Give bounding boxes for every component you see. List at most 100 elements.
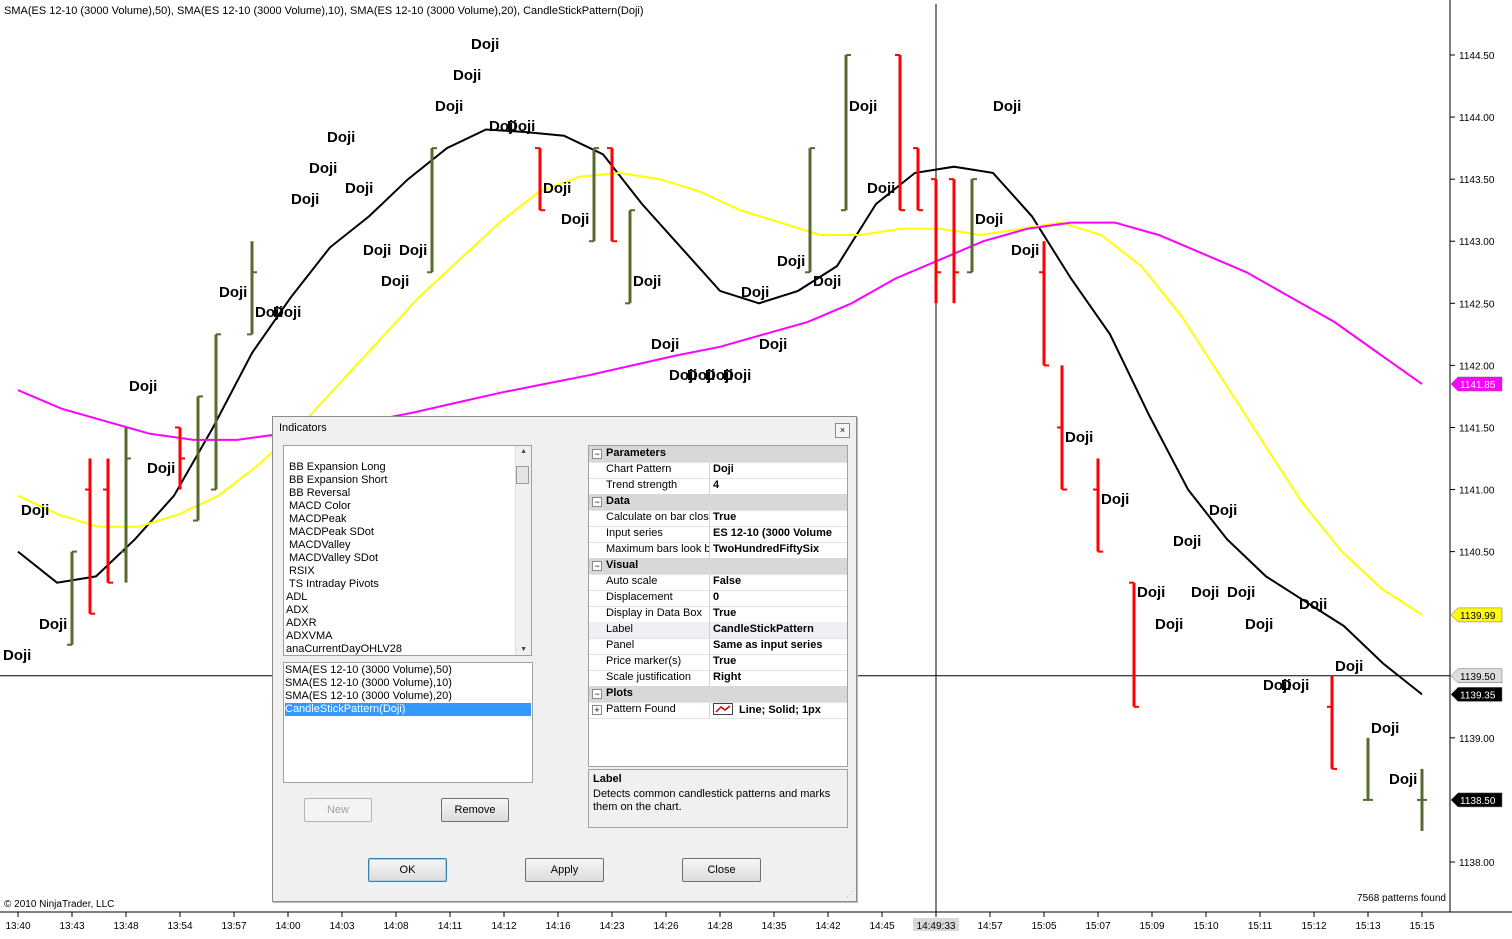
property-row[interactable]: Maximum bars look back TwoHundredFiftySix — [589, 542, 847, 559]
collapse-icon[interactable]: − — [592, 561, 602, 571]
property-category[interactable]: − Parameters — [589, 446, 847, 463]
property-row[interactable]: Chart Pattern Doji — [589, 462, 847, 479]
property-value[interactable]: Doji — [713, 463, 847, 475]
indicator-list-item[interactable]: ADXVMA — [286, 630, 332, 643]
doji-label: Doji — [399, 242, 427, 259]
doji-label: Doji — [867, 180, 895, 197]
property-row[interactable]: Panel Same as input series — [589, 638, 847, 655]
price-marker-value: 1141.85 — [1460, 380, 1496, 391]
x-tick-label: 14:11 — [438, 921, 463, 932]
property-value[interactable]: Same as input series — [713, 639, 847, 651]
collapse-icon[interactable]: − — [592, 689, 602, 699]
doji-label: Doji — [273, 304, 301, 321]
ohlc-bar — [1327, 675, 1337, 770]
scroll-thumb[interactable] — [516, 466, 529, 484]
remove-button[interactable]: Remove — [441, 798, 509, 822]
expand-icon[interactable]: + — [592, 705, 602, 715]
doji-label: Doji — [309, 160, 337, 177]
property-row[interactable]: Auto scale False — [589, 574, 847, 591]
indicator-list-item[interactable]: anaCurrentDayOHLV28 — [286, 643, 402, 655]
property-category[interactable]: − Data — [589, 494, 847, 511]
x-tick-label: 14:03 — [329, 921, 354, 932]
ohlc-bar — [1417, 768, 1427, 831]
property-row[interactable]: Input series ES 12-10 (3000 Volume — [589, 526, 847, 543]
doji-label: Doji — [219, 284, 247, 301]
indicator-list-item[interactable]: MACDPeak SDot — [289, 526, 374, 539]
indicators-dialog: Indicators × BB Expansion Long BB Expansi… — [272, 416, 857, 902]
doji-label: Doji — [1011, 242, 1039, 259]
scroll-up-icon[interactable]: ▲ — [520, 448, 527, 455]
property-value[interactable]: True — [713, 655, 847, 667]
indicator-list-item[interactable]: BB Reversal — [289, 487, 350, 500]
property-name: Label — [606, 623, 633, 635]
ohlc-bar — [427, 147, 437, 274]
resize-grip-icon[interactable]: ⋰ — [846, 890, 854, 899]
indicator-list-item[interactable]: MACDValley — [289, 539, 351, 552]
property-row[interactable]: Displacement 0 — [589, 590, 847, 607]
indicator-list-item[interactable]: MACDPeak — [289, 513, 346, 526]
doji-label: Doji — [1371, 720, 1399, 737]
close-button[interactable]: Close — [682, 858, 761, 882]
price-marker: 1138.50 — [1450, 792, 1503, 808]
property-category[interactable]: − Visual — [589, 558, 847, 575]
ohlc-bar — [913, 147, 923, 212]
applied-indicator-item[interactable]: SMA(ES 12-10 (3000 Volume),50) — [285, 664, 452, 677]
apply-button[interactable]: Apply — [525, 858, 604, 882]
x-tick-label: 15:13 — [1355, 921, 1380, 932]
property-row[interactable]: Scale justification Right — [589, 670, 847, 687]
property-value[interactable]: True — [713, 607, 847, 619]
indicator-list-item[interactable]: BB Expansion Long — [289, 461, 386, 474]
doji-label: Doji — [849, 98, 877, 115]
collapse-icon[interactable]: − — [592, 497, 602, 507]
property-row[interactable]: Display in Data Box True — [589, 606, 847, 623]
property-value[interactable]: True — [713, 511, 847, 523]
property-name: Scale justification — [606, 671, 691, 683]
property-value[interactable]: ES 12-10 (3000 Volume — [713, 527, 847, 539]
indicator-list-item[interactable]: RSIX — [289, 565, 315, 578]
property-row[interactable]: + Pattern Found Line; Solid; 1px — [589, 702, 847, 719]
property-row[interactable]: Calculate on bar close True — [589, 510, 847, 527]
ohlc-bar — [1057, 365, 1067, 491]
x-tick-label: 14:26 — [653, 921, 678, 932]
property-value[interactable]: Line; Solid; 1px — [713, 703, 847, 716]
doji-label: Doji — [345, 180, 373, 197]
ohlc-bar — [67, 550, 77, 646]
properties-grid[interactable]: − Parameters Chart Pattern Doji Trend streng… — [588, 445, 848, 767]
applied-indicator-item[interactable]: CandleStickPattern(Doji) — [285, 703, 531, 716]
indicator-list-item[interactable]: BB Expansion Short — [289, 474, 387, 487]
property-category[interactable]: − Plots — [589, 686, 847, 703]
property-row[interactable]: Label CandleStickPattern — [589, 622, 847, 639]
doji-label: Doji — [1245, 616, 1273, 633]
indicator-list-item[interactable]: MACD Color — [289, 500, 351, 513]
doji-label: Doji — [327, 129, 355, 146]
property-row[interactable]: Price marker(s) True — [589, 654, 847, 671]
applied-indicator-item[interactable]: SMA(ES 12-10 (3000 Volume),10) — [285, 677, 452, 690]
close-icon[interactable]: × — [835, 423, 850, 438]
y-tick-label: 1142.00 — [1459, 361, 1495, 372]
price-marker-value: 1139.50 — [1460, 672, 1496, 683]
available-indicators-list[interactable]: BB Expansion Long BB Expansion Short BB Re… — [283, 445, 532, 656]
new-button[interactable]: New — [304, 798, 372, 822]
applied-indicator-item[interactable]: SMA(ES 12-10 (3000 Volume),20) — [285, 690, 452, 703]
doji-label: Doji — [975, 211, 1003, 228]
property-value[interactable]: False — [713, 575, 847, 587]
indicator-list-item[interactable]: ADXR — [286, 617, 317, 630]
property-value[interactable]: CandleStickPattern — [713, 623, 847, 635]
indicator-list-item[interactable]: TS Intraday Pivots — [289, 578, 379, 591]
property-value[interactable]: 4 — [713, 479, 847, 491]
scroll-down-icon[interactable]: ▼ — [520, 646, 527, 653]
indicator-header: SMA(ES 12-10 (3000 Volume),50), SMA(ES 1… — [4, 5, 644, 17]
x-tick-label: 14:28 — [707, 921, 732, 932]
price-marker-value: 1139.99 — [1460, 611, 1496, 622]
ok-button[interactable]: OK — [368, 858, 447, 882]
collapse-icon[interactable]: − — [592, 449, 602, 459]
property-row[interactable]: Trend strength 4 — [589, 478, 847, 495]
indicator-list-item[interactable]: MACDValley SDot — [289, 552, 378, 565]
property-value[interactable]: Right — [713, 671, 847, 683]
indicator-list-item[interactable]: ADL — [286, 591, 307, 604]
indicator-list-item[interactable]: ADX — [286, 604, 309, 617]
applied-indicators-list[interactable]: SMA(ES 12-10 (3000 Volume),50) SMA(ES 12-… — [283, 662, 533, 783]
property-value[interactable]: TwoHundredFiftySix — [713, 543, 847, 555]
list-scrollbar[interactable]: ▲ ▼ — [515, 446, 531, 655]
property-value[interactable]: 0 — [713, 591, 847, 603]
